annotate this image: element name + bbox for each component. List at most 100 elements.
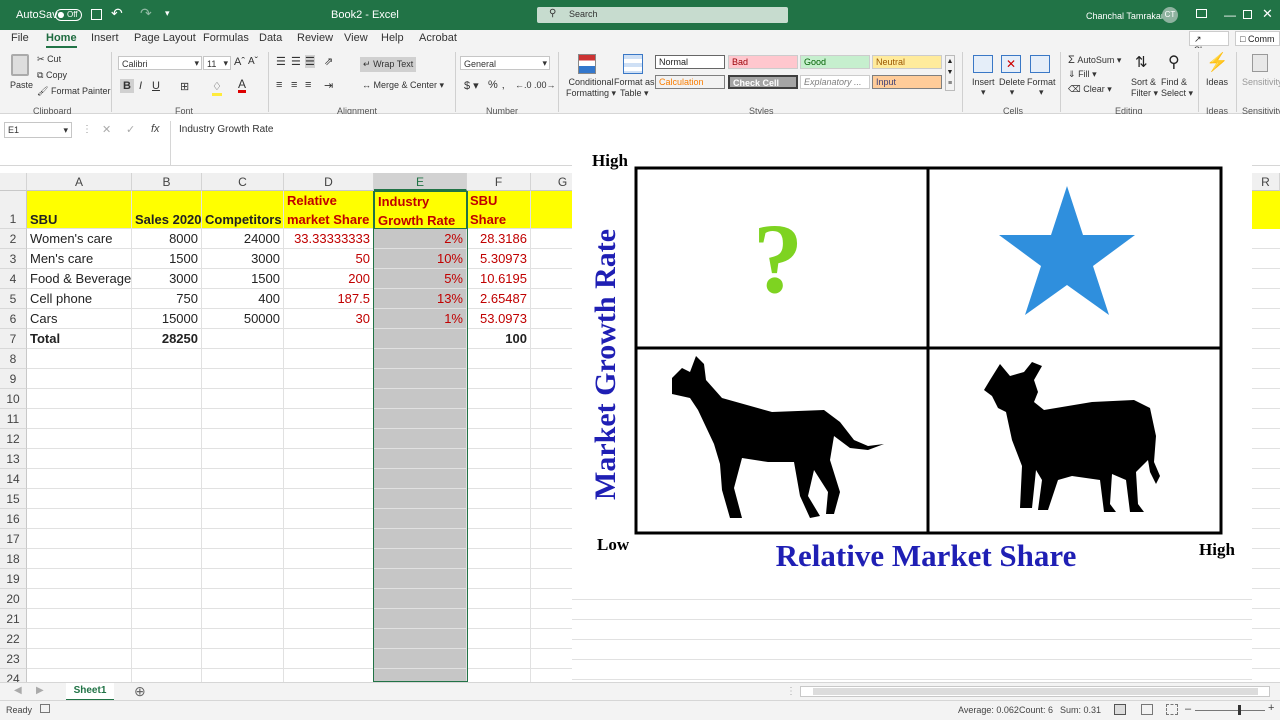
autosave-toggle[interactable]: Off — [55, 9, 82, 21]
table-cell[interactable] — [27, 409, 132, 429]
copy-button[interactable]: ⧉ Copy — [37, 70, 67, 81]
row-header-9[interactable]: 9 — [0, 369, 27, 389]
italic-icon[interactable]: I — [139, 80, 142, 92]
merge-center-button[interactable]: ↔ Merge & Center ▾ — [362, 80, 444, 91]
table-cell[interactable]: 1500 — [132, 249, 202, 269]
table-cell[interactable] — [531, 569, 572, 589]
col-header-e[interactable]: E — [374, 173, 467, 191]
table-cell[interactable] — [132, 629, 202, 649]
table-cell[interactable] — [202, 449, 284, 469]
style-neutral[interactable]: Neutral — [872, 55, 942, 69]
tab-home[interactable]: Home — [46, 32, 77, 48]
row-header-21[interactable]: 21 — [0, 609, 27, 629]
table-cell[interactable] — [202, 569, 284, 589]
table-cell[interactable] — [374, 469, 467, 489]
sensitivity-button[interactable]: Sensitivity — [1242, 77, 1280, 87]
tab-page-layout[interactable]: Page Layout — [134, 32, 196, 44]
table-cell[interactable] — [531, 549, 572, 569]
style-normal[interactable]: Normal — [655, 55, 725, 69]
table-cell[interactable] — [132, 529, 202, 549]
table-cell[interactable]: Women's care — [27, 229, 132, 249]
table-cell[interactable] — [531, 349, 572, 369]
table-cell[interactable] — [374, 389, 467, 409]
format-table-icon[interactable] — [623, 54, 643, 74]
font-name-select[interactable]: Calibri ▾ — [118, 56, 202, 70]
percent-icon[interactable]: % — [488, 79, 498, 91]
align-middle-icon[interactable]: ☰ — [291, 55, 301, 68]
table-cell[interactable] — [202, 609, 284, 629]
table-cell[interactable] — [27, 669, 132, 682]
grow-font-icon[interactable]: Aˆ — [234, 56, 245, 68]
table-cell[interactable]: Total — [27, 329, 132, 349]
table-cell[interactable] — [467, 529, 531, 549]
style-check-cell[interactable]: Check Cell — [728, 75, 798, 89]
grid-below-picture[interactable] — [572, 580, 1252, 682]
table-cell[interactable] — [284, 549, 374, 569]
tab-view[interactable]: View — [344, 32, 368, 44]
table-cell[interactable] — [374, 589, 467, 609]
table-cell[interactable] — [374, 509, 467, 529]
row-header-4[interactable]: 4 — [0, 269, 27, 289]
style-bad[interactable]: Bad — [728, 55, 798, 69]
cell-r1[interactable] — [1252, 191, 1280, 229]
maximize-icon[interactable] — [1243, 10, 1252, 19]
styles-scroll[interactable]: ▲ ▼ ≡ — [945, 55, 955, 91]
table-cell[interactable]: 15000 — [132, 309, 202, 329]
col-header-c[interactable]: C — [202, 173, 284, 191]
table-cell[interactable]: 10.6195 — [467, 269, 531, 289]
table-cell[interactable] — [531, 309, 572, 329]
underline-icon[interactable]: U — [152, 80, 160, 92]
table-cell[interactable] — [284, 429, 374, 449]
table-cell[interactable] — [284, 389, 374, 409]
table-cell[interactable] — [531, 389, 572, 409]
table-cell[interactable] — [284, 329, 374, 349]
zoom-slider-thumb[interactable] — [1238, 705, 1241, 715]
table-cell[interactable] — [374, 349, 467, 369]
tab-help[interactable]: Help — [381, 32, 404, 44]
undo-icon[interactable]: ↶ — [111, 5, 123, 22]
zoom-out-icon[interactable]: – — [1185, 703, 1191, 715]
row-header-18[interactable]: 18 — [0, 549, 27, 569]
table-cell[interactable] — [467, 569, 531, 589]
table-cell[interactable] — [467, 409, 531, 429]
table-cell[interactable]: 3000 — [202, 249, 284, 269]
table-cell[interactable] — [531, 589, 572, 609]
add-sheet-icon[interactable]: ⊕ — [134, 683, 146, 700]
table-cell[interactable] — [284, 369, 374, 389]
column-r-cells[interactable] — [1252, 229, 1280, 682]
table-cell[interactable]: 8000 — [132, 229, 202, 249]
delete-cells-button[interactable]: Delete ▾ — [999, 77, 1025, 98]
table-cell[interactable] — [284, 449, 374, 469]
table-cell[interactable] — [202, 349, 284, 369]
table-cell[interactable] — [374, 409, 467, 429]
cut-button[interactable]: ✂ Cut — [37, 54, 61, 65]
table-cell[interactable] — [27, 569, 132, 589]
align-left-icon[interactable]: ≡ — [276, 79, 282, 91]
orientation-icon[interactable]: ⇗ — [324, 55, 333, 68]
table-cell[interactable] — [531, 249, 572, 269]
table-cell[interactable] — [284, 509, 374, 529]
table-cell[interactable] — [531, 649, 572, 669]
table-cell[interactable] — [531, 449, 572, 469]
table-cell[interactable] — [284, 569, 374, 589]
table-cell[interactable] — [132, 449, 202, 469]
table-cell[interactable] — [531, 609, 572, 629]
table-cell[interactable] — [374, 369, 467, 389]
table-cell[interactable] — [467, 509, 531, 529]
table-cell[interactable] — [284, 609, 374, 629]
search-box[interactable]: ⚲ Search — [537, 7, 788, 23]
table-cell[interactable]: 1500 — [202, 269, 284, 289]
table-cell[interactable]: Food & Beverage — [27, 269, 132, 289]
header-competitors[interactable]: Competitors — [202, 191, 284, 229]
close-icon[interactable]: ✕ — [1262, 6, 1273, 22]
table-cell[interactable] — [531, 409, 572, 429]
zoom-in-icon[interactable]: + — [1268, 702, 1274, 714]
row-header-5[interactable]: 5 — [0, 289, 27, 309]
table-cell[interactable] — [284, 469, 374, 489]
table-cell[interactable] — [467, 369, 531, 389]
table-cell[interactable] — [531, 429, 572, 449]
table-cell[interactable] — [467, 469, 531, 489]
find-select-button[interactable]: Find & Select ▾ — [1161, 77, 1193, 99]
table-cell[interactable] — [27, 349, 132, 369]
insert-cells-button[interactable]: Insert ▾ — [972, 77, 995, 98]
